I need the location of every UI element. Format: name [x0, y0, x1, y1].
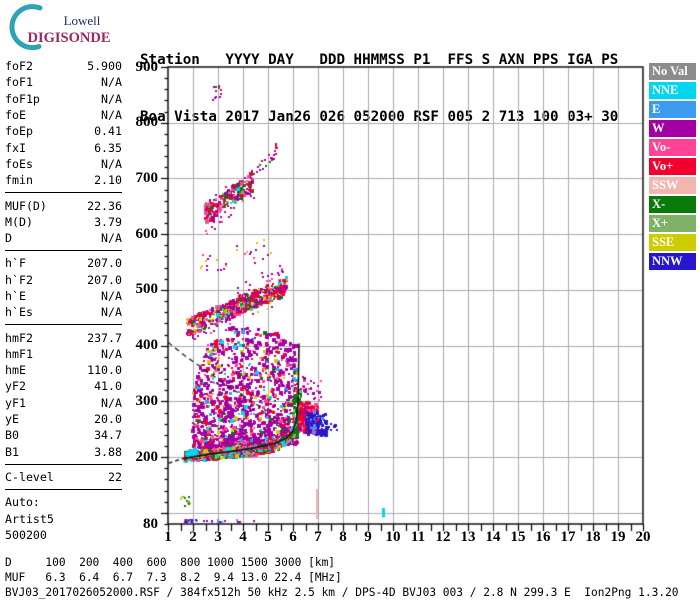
x-axis-label-7: 7: [314, 529, 322, 545]
x-axis-label-11: 11: [410, 529, 426, 545]
legend-item-E: E: [649, 101, 696, 118]
y-axis-label-600: 600: [135, 225, 159, 242]
doppler-direction-legend: No Val NNE E W Vo- Vo+ SSW X- X+ SSE NNW: [649, 63, 696, 272]
legend-item-SSW: SSW: [649, 177, 696, 194]
legend-item-Vo-: Vo-: [649, 139, 696, 156]
x-axis-label-3: 3: [214, 529, 222, 545]
distance-row: D 100 200 400 600 800 1000 1500 3000 [km…: [5, 556, 336, 569]
legend-item-NNW: NNW: [649, 253, 696, 270]
x-axis-label-16: 16: [535, 529, 551, 545]
y-axis-label-200: 200: [135, 448, 159, 465]
y-axis-label-900: 900: [135, 58, 159, 75]
x-axis-label-20: 20: [635, 529, 651, 545]
legend-item-X+: X+: [649, 215, 696, 232]
y-axis-label-80: 80: [143, 515, 158, 532]
y-axis-label-700: 700: [135, 169, 159, 186]
x-axis-label-18: 18: [585, 529, 601, 545]
legend-item-SSE: SSE: [649, 234, 696, 251]
y-axis-label-400: 400: [135, 337, 159, 354]
x-axis-label-17: 17: [560, 529, 576, 545]
x-axis-label-14: 14: [485, 529, 501, 545]
x-axis-label-4: 4: [239, 529, 247, 545]
legend-item-NoVal: No Val: [649, 63, 696, 80]
x-axis-label-12: 12: [435, 529, 451, 545]
legend-item-W: W: [649, 120, 696, 137]
legend-item-Vo+: Vo+: [649, 158, 696, 175]
x-axis-label-1: 1: [164, 529, 172, 545]
x-axis-label-6: 6: [289, 529, 297, 545]
y-axis-label-300: 300: [135, 392, 159, 409]
file-info-line: BVJ03_2017026052000.RSF / 384fx512h 50 k…: [5, 586, 679, 599]
ionogram-plot: [140, 55, 650, 550]
muf-row: MUF 6.3 6.4 6.7 7.3 8.2 9.4 13.0 22.4 [M…: [5, 571, 342, 584]
legend-item-X-: X-: [649, 196, 696, 213]
x-axis-label-8: 8: [339, 529, 347, 545]
ionogram-page: { "logo": { "top": "Lowell", "bottom": "…: [0, 0, 700, 600]
x-axis-label-2: 2: [189, 529, 197, 545]
x-axis-label-5: 5: [264, 529, 272, 545]
x-axis-label-9: 9: [364, 529, 372, 545]
ionogram-chart: 900 800 700 600 500 400 300 200 80 1 2 3 4 5 6 7 8 9 10 11 1…: [0, 0, 700, 600]
x-axis-label-10: 10: [385, 529, 401, 545]
x-axis-label-19: 19: [610, 529, 626, 545]
y-axis-label-800: 800: [135, 114, 159, 131]
y-axis-label-500: 500: [135, 281, 159, 298]
x-axis-label-15: 15: [510, 529, 526, 545]
legend-item-NNE: NNE: [649, 82, 696, 99]
x-axis-label-13: 13: [460, 529, 476, 545]
